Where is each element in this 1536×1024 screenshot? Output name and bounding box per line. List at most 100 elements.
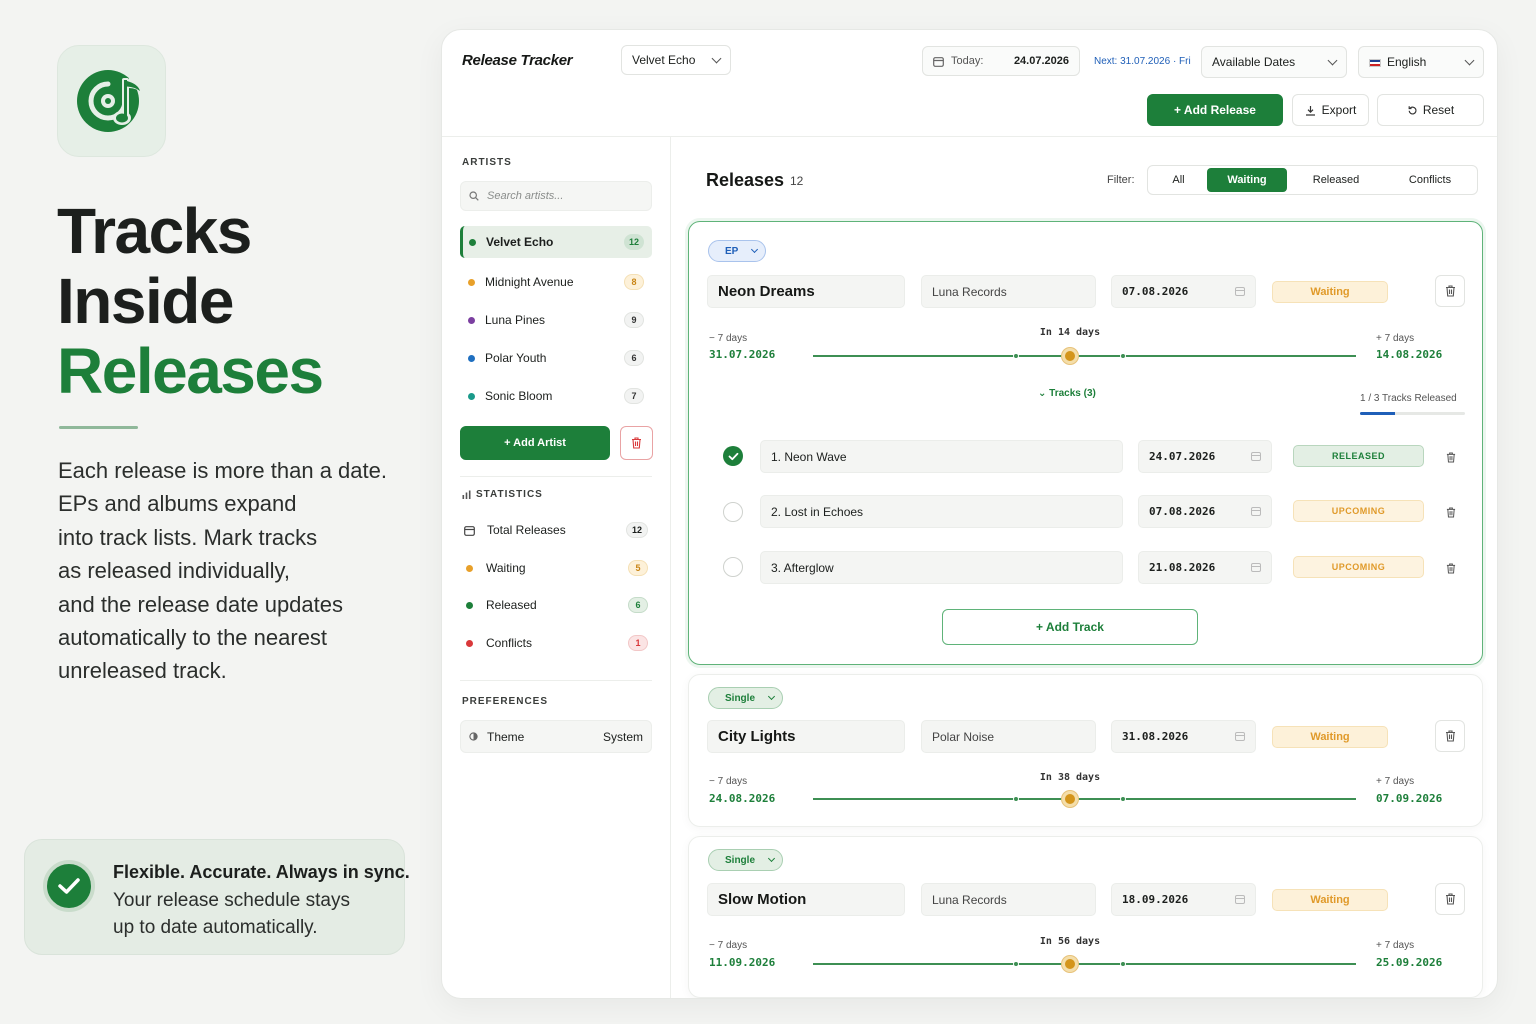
timeline-tick-plus[interactable] <box>1120 795 1126 802</box>
calendar-icon <box>1251 507 1261 516</box>
stat-count-badge: 12 <box>625 522 648 538</box>
sidebar-separator <box>460 680 652 681</box>
release-title-input[interactable]: Neon Dreams <box>707 275 905 308</box>
chevron-down-icon <box>751 245 759 254</box>
add-artist-button[interactable]: + Add Artist <box>460 426 610 460</box>
theme-icon <box>469 732 478 741</box>
language-select[interactable]: English <box>1358 46 1484 78</box>
timeline-countdown: In 56 days <box>1039 936 1101 947</box>
filter-tab-conflicts[interactable]: Conflicts <box>1385 168 1475 192</box>
chevron-down-icon <box>767 854 776 863</box>
promo-title: Flexible. Accurate. Always in sync. <box>113 862 410 882</box>
track-released-checkbox[interactable] <box>723 446 743 466</box>
release-type-select[interactable]: Single <box>708 687 784 709</box>
delete-track-button[interactable] <box>1444 560 1458 576</box>
trash-icon <box>1445 285 1455 297</box>
today-display: Today: 24.07.2026 <box>922 46 1080 76</box>
track-released-checkbox[interactable] <box>723 502 743 522</box>
stat-conflicts: Conflicts 1 <box>460 629 652 657</box>
timeline-countdown: In 38 days <box>1039 772 1101 783</box>
filter-tab-waiting[interactable]: Waiting <box>1207 168 1287 192</box>
promo-body: Your release schedule stays up to date a… <box>113 890 350 938</box>
trash-icon <box>1445 730 1455 742</box>
artist-color-dot <box>469 238 476 246</box>
release-title-input[interactable]: City Lights <box>707 720 905 753</box>
delete-track-button[interactable] <box>1444 504 1458 520</box>
timeline-tick-minus[interactable] <box>1013 795 1019 802</box>
artist-count-badge: 8 <box>624 274 644 290</box>
release-type-select[interactable]: Single <box>708 849 784 871</box>
release-label-input[interactable]: Luna Records <box>921 275 1096 308</box>
timeline-plus-date: 14.08.2026 <box>1376 348 1443 361</box>
artist-select[interactable]: Velvet Echo <box>621 45 731 75</box>
artist-color-dot <box>468 392 475 400</box>
released-dot <box>466 601 473 609</box>
tracks-toggle[interactable]: ⌄ Tracks (3) <box>1038 388 1096 399</box>
delete-release-button[interactable] <box>1435 720 1465 752</box>
track-status-badge: UPCOMING <box>1293 500 1424 522</box>
release-label-input[interactable]: Luna Records <box>921 883 1096 916</box>
timeline-tick-minus[interactable] <box>1013 352 1019 359</box>
timeline-track <box>813 798 1356 800</box>
theme-value: System <box>602 729 643 744</box>
track-released-checkbox[interactable] <box>723 557 743 577</box>
hero-divider <box>59 426 138 429</box>
artist-count-badge: 7 <box>624 388 644 404</box>
timeline-date-handle[interactable] <box>1062 347 1078 364</box>
timeline-date-handle[interactable] <box>1062 955 1078 972</box>
delete-artist-button[interactable] <box>620 426 653 460</box>
brand-logo: Release Tracker <box>462 52 573 69</box>
release-type-select[interactable]: EP <box>708 240 767 262</box>
sidebar-item-polar-youth[interactable]: Polar Youth 6 <box>460 342 652 374</box>
timeline-minus-label: − 7 days <box>709 940 748 951</box>
sidebar-item-midnight-avenue[interactable]: Midnight Avenue 8 <box>460 266 652 298</box>
sidebar-divider <box>670 137 671 998</box>
artist-search-input[interactable]: Search artists... <box>460 181 652 211</box>
sidebar-item-luna-pines[interactable]: Luna Pines 9 <box>460 304 652 336</box>
check-circle-icon <box>43 860 95 912</box>
track-title-input[interactable]: 2. Lost in Echoes <box>760 495 1123 528</box>
artist-count-badge: 12 <box>623 234 644 250</box>
add-release-button[interactable]: + Add Release <box>1147 94 1283 126</box>
waiting-dot <box>466 564 473 572</box>
track-date-input[interactable]: 07.08.2026 <box>1138 495 1272 528</box>
release-date-input[interactable]: 31.08.2026 <box>1111 720 1256 753</box>
add-track-button[interactable]: + Add Track <box>942 609 1198 645</box>
bar-chart-icon <box>462 490 471 499</box>
sidebar-item-velvet-echo[interactable]: Velvet Echo 12 <box>460 226 652 258</box>
release-title-input[interactable]: Slow Motion <box>707 883 905 916</box>
timeline-tick-plus[interactable] <box>1120 960 1126 967</box>
delete-release-button[interactable] <box>1435 883 1465 915</box>
release-date-input[interactable]: 07.08.2026 <box>1111 275 1256 308</box>
track-title-input[interactable]: 3. Afterglow <box>760 551 1123 584</box>
sidebar-item-sonic-bloom[interactable]: Sonic Bloom 7 <box>460 380 652 412</box>
timeline-plus-label: + 7 days <box>1376 940 1415 951</box>
delete-track-button[interactable] <box>1444 449 1458 465</box>
available-dates-select[interactable]: Available Dates <box>1201 46 1347 78</box>
theme-select[interactable]: Theme System <box>460 720 652 753</box>
filter-tab-released[interactable]: Released <box>1287 168 1385 192</box>
release-label-input[interactable]: Polar Noise <box>921 720 1096 753</box>
track-date-input[interactable]: 24.07.2026 <box>1138 440 1272 473</box>
artist-count-badge: 6 <box>624 350 644 366</box>
uk-flag-icon <box>1369 58 1381 67</box>
timeline-plus-label: + 7 days <box>1376 776 1415 787</box>
delete-release-button[interactable] <box>1435 275 1465 307</box>
track-title-input[interactable]: 1. Neon Wave <box>760 440 1123 473</box>
export-button[interactable]: Export <box>1292 94 1369 126</box>
timeline-tick-minus[interactable] <box>1013 960 1019 967</box>
stat-waiting: Waiting 5 <box>460 554 652 582</box>
filter-tab-all[interactable]: All <box>1150 168 1207 192</box>
check-icon <box>728 452 738 460</box>
reset-button[interactable]: Reset <box>1377 94 1484 126</box>
track-date-input[interactable]: 21.08.2026 <box>1138 551 1272 584</box>
download-icon <box>1305 105 1315 116</box>
app-logo <box>57 45 166 157</box>
timeline-tick-plus[interactable] <box>1120 352 1126 359</box>
calendar-icon <box>1251 452 1261 461</box>
trash-icon <box>1446 506 1456 518</box>
release-date-input[interactable]: 18.09.2026 <box>1111 883 1256 916</box>
sidebar-separator <box>460 476 652 477</box>
promo-card: Flexible. Accurate. Always in sync. Your… <box>24 839 410 955</box>
timeline-date-handle[interactable] <box>1062 790 1078 807</box>
